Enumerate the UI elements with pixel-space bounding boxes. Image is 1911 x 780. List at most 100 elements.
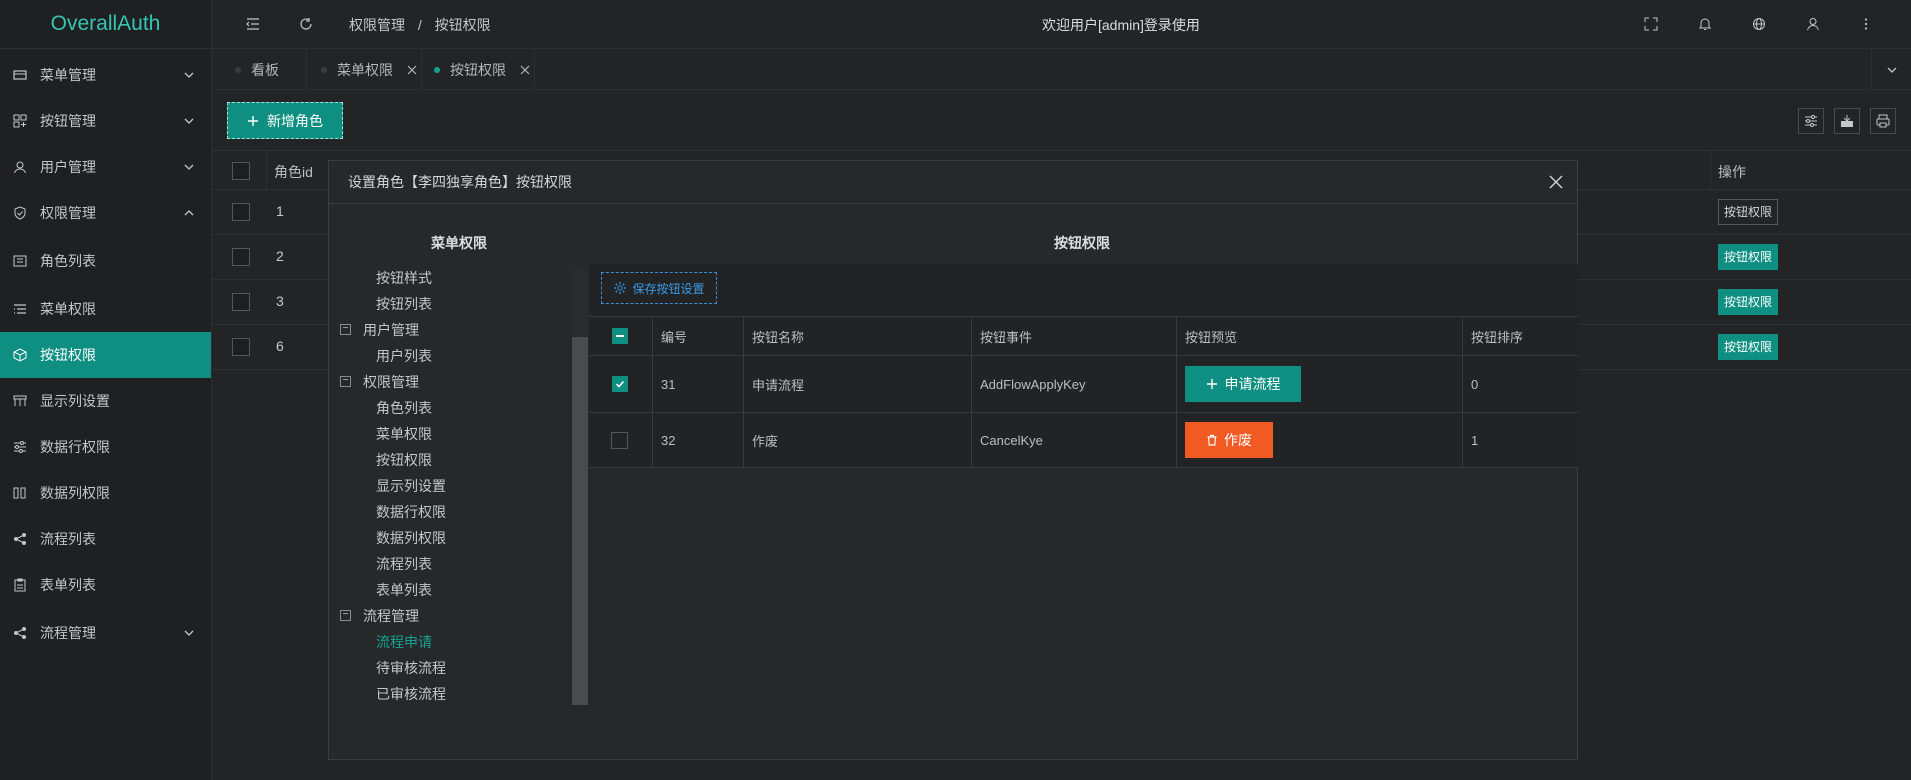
add-role-button[interactable]: 新增角色 [227, 102, 343, 139]
tree-node[interactable]: 数据列权限 [376, 525, 446, 551]
button-table-header: 编号 按钮名称 按钮事件 按钮预览 按钮排序 [589, 316, 1578, 355]
sidebar-item-permission-manage[interactable]: 权限管理 [0, 190, 211, 236]
print-icon [1876, 114, 1890, 128]
add-role-label: 新增角色 [267, 112, 323, 129]
tree-node[interactable]: 按钮列表 [376, 291, 432, 317]
tree-node[interactable]: 数据行权限 [376, 499, 446, 525]
column-header-event: 按钮事件 [971, 317, 1176, 355]
breadcrumb-separator: / [417, 17, 422, 33]
tree-node[interactable]: 菜单权限 [376, 421, 432, 447]
sidebar-item-role-list[interactable]: 角色列表 [0, 236, 211, 286]
apply-flow-preview-button[interactable]: 申请流程 [1185, 366, 1301, 402]
tree-node[interactable]: 角色列表 [376, 395, 432, 421]
sidebar-item-button-permission[interactable]: 按钮权限 [0, 332, 211, 378]
sidebar-item-flow-manage[interactable]: 流程管理 [0, 608, 211, 658]
user-icon [12, 159, 28, 175]
tree-collapse-icon[interactable]: − [340, 376, 351, 387]
sidebar-item-menu-permission[interactable]: 菜单权限 [0, 286, 211, 332]
tab-dashboard[interactable]: 看板 [212, 49, 307, 90]
role-id-cell: 1 [276, 203, 284, 219]
tree-node[interactable]: 用户列表 [376, 343, 432, 369]
tab-button-permission[interactable]: 按钮权限 [422, 49, 535, 90]
chevron-down-icon [184, 164, 194, 170]
tab-label: 看板 [251, 61, 279, 78]
sidebar-item-column-permission[interactable]: 数据列权限 [0, 470, 211, 516]
void-preview-button[interactable]: 作废 [1185, 422, 1273, 458]
tree-node[interactable]: 按钮样式 [376, 265, 432, 291]
button-permission-button[interactable]: 按钮权限 [1718, 289, 1779, 315]
tree-collapse-icon[interactable]: − [340, 610, 351, 621]
button-name-cell: 作废 [743, 413, 971, 467]
chevron-down-icon [184, 118, 194, 124]
row-checkbox[interactable] [232, 203, 250, 221]
breadcrumb: 权限管理 / 按钮权限 [349, 15, 491, 35]
tree-node[interactable]: 按钮权限 [376, 447, 432, 473]
export-button[interactable] [1834, 108, 1860, 134]
print-button[interactable] [1870, 108, 1896, 134]
row-checkbox-checked[interactable] [612, 376, 628, 392]
fullscreen-icon[interactable] [1643, 16, 1659, 32]
chevron-down-icon [184, 72, 194, 78]
globe-icon[interactable] [1751, 16, 1767, 32]
column-setting-icon [12, 393, 28, 409]
welcome-text: 欢迎用户[admin]登录使用 [1042, 17, 1200, 33]
sidebar-item-flow-list[interactable]: 流程列表 [0, 516, 211, 562]
filter-columns-button[interactable] [1798, 108, 1824, 134]
refresh-icon[interactable] [298, 16, 314, 32]
tree-node[interactable]: 流程列表 [376, 551, 432, 577]
tree-node[interactable]: 流程管理 [363, 603, 419, 629]
row-checkbox[interactable] [232, 338, 250, 356]
share-icon [12, 531, 28, 547]
tab-dot-icon [321, 66, 327, 73]
tree-node[interactable]: 待审核流程 [376, 655, 446, 681]
button-permission-button[interactable]: 按钮权限 [1718, 244, 1779, 270]
scrollbar-thumb[interactable] [572, 337, 588, 705]
select-all-checkbox[interactable] [612, 328, 628, 344]
tab-label: 按钮权限 [450, 61, 506, 78]
button-settings-panel: 保存按钮设置 编号 按钮名称 按钮事件 按钮预览 按钮排序 31 申请流程 Ad… [589, 264, 1578, 468]
breadcrumb-item: 按钮权限 [434, 17, 491, 33]
menu-perm-icon [12, 301, 28, 317]
tab-dropdown-button[interactable] [1871, 49, 1911, 90]
save-button-settings-button[interactable]: 保存按钮设置 [601, 272, 717, 304]
sidebar-item-button-manage[interactable]: 按钮管理 [0, 98, 211, 144]
tree-collapse-icon[interactable]: − [340, 324, 351, 335]
sidebar-item-user-manage[interactable]: 用户管理 [0, 144, 211, 190]
row-checkbox[interactable] [232, 293, 250, 311]
sidebar-item-column-setting[interactable]: 显示列设置 [0, 378, 211, 424]
more-vertical-icon[interactable] [1858, 16, 1874, 32]
menu-manage-icon [12, 67, 28, 83]
sidebar-item-label: 按钮权限 [40, 347, 96, 363]
row-checkbox[interactable] [611, 432, 628, 449]
sidebar-item-row-permission[interactable]: 数据行权限 [0, 424, 211, 470]
tab-bar: 看板 菜单权限 按钮权限 [212, 49, 1911, 90]
row-checkbox[interactable] [232, 248, 250, 266]
tree-node-selected[interactable]: 流程申请 [376, 629, 432, 655]
breadcrumb-item[interactable]: 权限管理 [349, 17, 405, 33]
sidebar-item-form-list[interactable]: 表单列表 [0, 562, 211, 608]
close-icon[interactable] [1549, 175, 1563, 189]
tree-node[interactable]: 权限管理 [363, 369, 419, 395]
role-id-cell: 2 [276, 248, 284, 264]
tree-node[interactable]: 用户管理 [363, 317, 419, 343]
user-profile-icon[interactable] [1805, 16, 1821, 32]
bell-icon[interactable] [1697, 16, 1713, 32]
sidebar-item-label: 角色列表 [40, 253, 96, 269]
role-id-cell: 6 [276, 338, 284, 354]
select-all-checkbox[interactable] [232, 162, 250, 180]
tree-node[interactable]: 表单列表 [376, 577, 432, 603]
tree-node[interactable]: 显示列设置 [376, 473, 446, 499]
button-permission-button[interactable]: 按钮权限 [1718, 199, 1779, 225]
tab-menu-permission[interactable]: 菜单权限 [307, 49, 422, 90]
sidebar-item-label: 显示列设置 [40, 393, 110, 409]
close-icon[interactable] [407, 65, 417, 75]
column-header-role-id[interactable]: 角色id [274, 162, 313, 182]
sidebar-menu: 菜单管理 按钮管理 用户管理 权限管理 角色列表 菜单权限 按钮权限 显示列设置… [0, 52, 211, 658]
sidebar-item-label: 表单列表 [40, 577, 96, 593]
tree-scrollbar[interactable] [572, 268, 588, 705]
sidebar-item-menu-manage[interactable]: 菜单管理 [0, 52, 211, 98]
button-permission-button[interactable]: 按钮权限 [1718, 334, 1779, 360]
collapse-menu-icon[interactable] [245, 16, 261, 32]
tree-node[interactable]: 已审核流程 [376, 681, 446, 707]
close-icon[interactable] [520, 65, 530, 75]
